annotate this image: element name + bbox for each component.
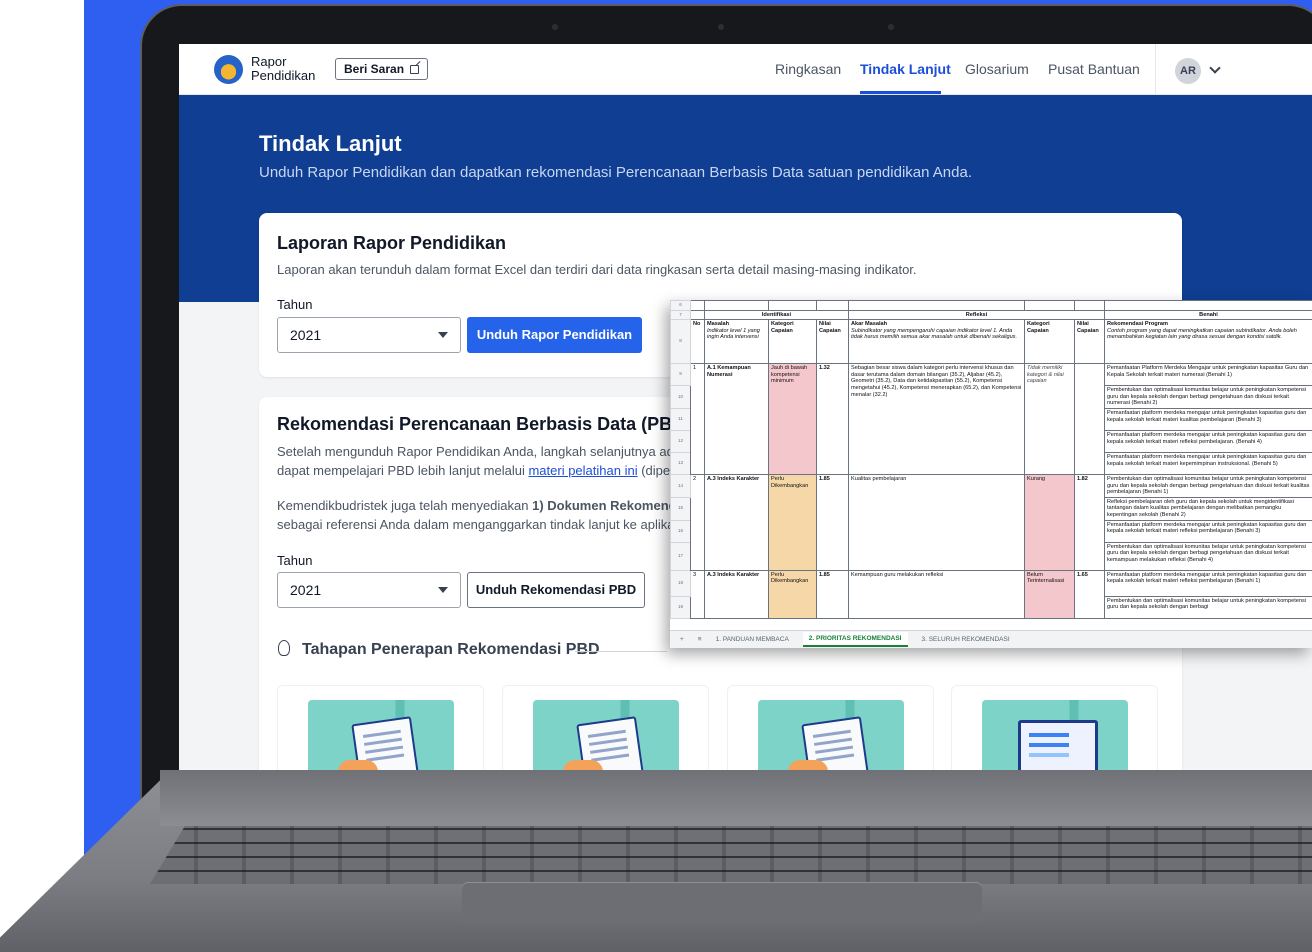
sheet-tab-seluruh[interactable]: 3. SELURUH REKOMENDASI bbox=[922, 636, 1010, 643]
steps-section-title: Tahapan Penerapan Rekomendasi PBD bbox=[302, 641, 600, 658]
user-avatar[interactable]: AR bbox=[1175, 58, 1201, 84]
page-subtitle: Unduh Rapor Pendidikan dan dapatkan reko… bbox=[259, 164, 972, 181]
hand-icon bbox=[338, 760, 378, 770]
active-tab-indicator bbox=[860, 91, 941, 94]
spreadsheet-preview: 6 7 Identifikasi Refleksi Benahi 8 No Ma… bbox=[670, 300, 1312, 648]
nav-link-tindak-lanjut[interactable]: Tindak Lanjut bbox=[860, 61, 951, 77]
step-card[interactable] bbox=[727, 685, 934, 770]
camera-icon bbox=[718, 24, 724, 30]
page-title: Tindak Lanjut bbox=[259, 131, 402, 156]
laptop-keyboard bbox=[150, 826, 1312, 884]
nav-link-pusat-bantuan[interactable]: Pusat Bantuan bbox=[1048, 61, 1140, 77]
external-link-icon bbox=[410, 64, 420, 74]
pbd-description-line: sebagai referensi Anda dalam menganggark… bbox=[277, 517, 681, 532]
step-illustration bbox=[982, 700, 1128, 770]
sensor-dot bbox=[888, 24, 894, 30]
table-row: 9 1 A.1 Kemampuan Numerasi Jauh di bawah… bbox=[670, 363, 1312, 475]
pbd-description-line: Kemendikbudristek juga telah menyediakan… bbox=[277, 498, 684, 513]
download-report-button[interactable]: Unduh Rapor Pendidikan bbox=[467, 317, 642, 353]
table-row: 18 3 A.3 Indeks Karakter Perlu Dikembang… bbox=[670, 569, 1312, 619]
tut-wuri-logo-icon[interactable] bbox=[214, 55, 243, 84]
feedback-button[interactable]: Beri Saran bbox=[335, 58, 429, 80]
recommendation-table: 6 7 Identifikasi Refleksi Benahi 8 No Ma… bbox=[670, 300, 1312, 619]
brand-name[interactable]: Rapor Pendidikan bbox=[251, 55, 321, 83]
hand-icon bbox=[563, 760, 603, 770]
pbd-description-line: dapat mempelajari PBD lebih lanjut melal… bbox=[277, 463, 678, 478]
step-illustration bbox=[533, 700, 679, 770]
sheet-tab-prioritas[interactable]: 2. PRIORITAS REKOMENDASI bbox=[802, 632, 908, 647]
dropdown-caret-icon bbox=[438, 587, 448, 593]
nav-link-glosarium[interactable]: Glosarium bbox=[965, 61, 1029, 77]
training-material-link[interactable]: materi pelatihan ini bbox=[528, 463, 637, 478]
step-card[interactable] bbox=[951, 685, 1158, 770]
step-card[interactable] bbox=[502, 685, 709, 770]
section-divider bbox=[575, 651, 667, 652]
pbd-year-select[interactable]: 2021 bbox=[277, 572, 461, 608]
page-background bbox=[0, 0, 84, 880]
sheet-tab-bar: + ≡ 1. PANDUAN MEMBACA 2. PRIORITAS REKO… bbox=[670, 630, 1312, 648]
chevron-down-icon[interactable] bbox=[1209, 62, 1221, 74]
monitor-icon bbox=[1018, 720, 1098, 770]
year-label: Tahun bbox=[277, 297, 313, 312]
add-sheet-icon[interactable]: + bbox=[680, 636, 684, 643]
nav-divider bbox=[1155, 44, 1156, 95]
download-pbd-button[interactable]: Unduh Rekomendasi PBD bbox=[467, 572, 645, 608]
report-card-description: Laporan akan terunduh dalam format Excel… bbox=[277, 262, 917, 277]
sheet-list-icon[interactable]: ≡ bbox=[698, 636, 702, 643]
year-select[interactable]: 2021 bbox=[277, 317, 461, 353]
sheet-tab-panduan[interactable]: 1. PANDUAN MEMBACA bbox=[716, 636, 789, 643]
pbd-description-line: Setelah mengunduh Rapor Pendidikan Anda,… bbox=[277, 444, 682, 459]
step-illustration bbox=[308, 700, 454, 770]
header-rekomendasi: Rekomendasi Program Contoh program yang d… bbox=[1104, 319, 1312, 365]
lightbulb-icon bbox=[278, 640, 290, 656]
laptop-hinge bbox=[160, 770, 1312, 826]
dropdown-caret-icon bbox=[438, 332, 448, 338]
step-illustration bbox=[758, 700, 904, 770]
laptop-trackpad bbox=[462, 882, 982, 924]
top-navbar: Rapor Pendidikan Beri Saran Ringkasan Ti… bbox=[179, 44, 1312, 95]
table-row: 14 2 A.3 Indeks Karakter Perlu Dikembang… bbox=[670, 473, 1312, 571]
group-header-identifikasi: Identifikasi bbox=[704, 309, 849, 321]
header-akar-masalah: Akar Masalah Subindikator yang mempengaru… bbox=[848, 319, 1025, 365]
sensor-dot bbox=[552, 24, 558, 30]
header-masalah: Masalah Indikator level 1 yang ingin Anda… bbox=[704, 319, 769, 365]
nav-link-ringkasan[interactable]: Ringkasan bbox=[775, 61, 841, 77]
report-card-title: Laporan Rapor Pendidikan bbox=[277, 233, 507, 253]
group-header-refleksi: Refleksi bbox=[848, 309, 1105, 321]
pbd-card-title: Rekomendasi Perencanaan Berbasis Data (P… bbox=[277, 414, 692, 434]
hand-icon bbox=[788, 760, 828, 770]
group-header-benahi: Benahi bbox=[1104, 309, 1312, 321]
step-card[interactable] bbox=[277, 685, 484, 770]
year-label: Tahun bbox=[277, 553, 313, 568]
